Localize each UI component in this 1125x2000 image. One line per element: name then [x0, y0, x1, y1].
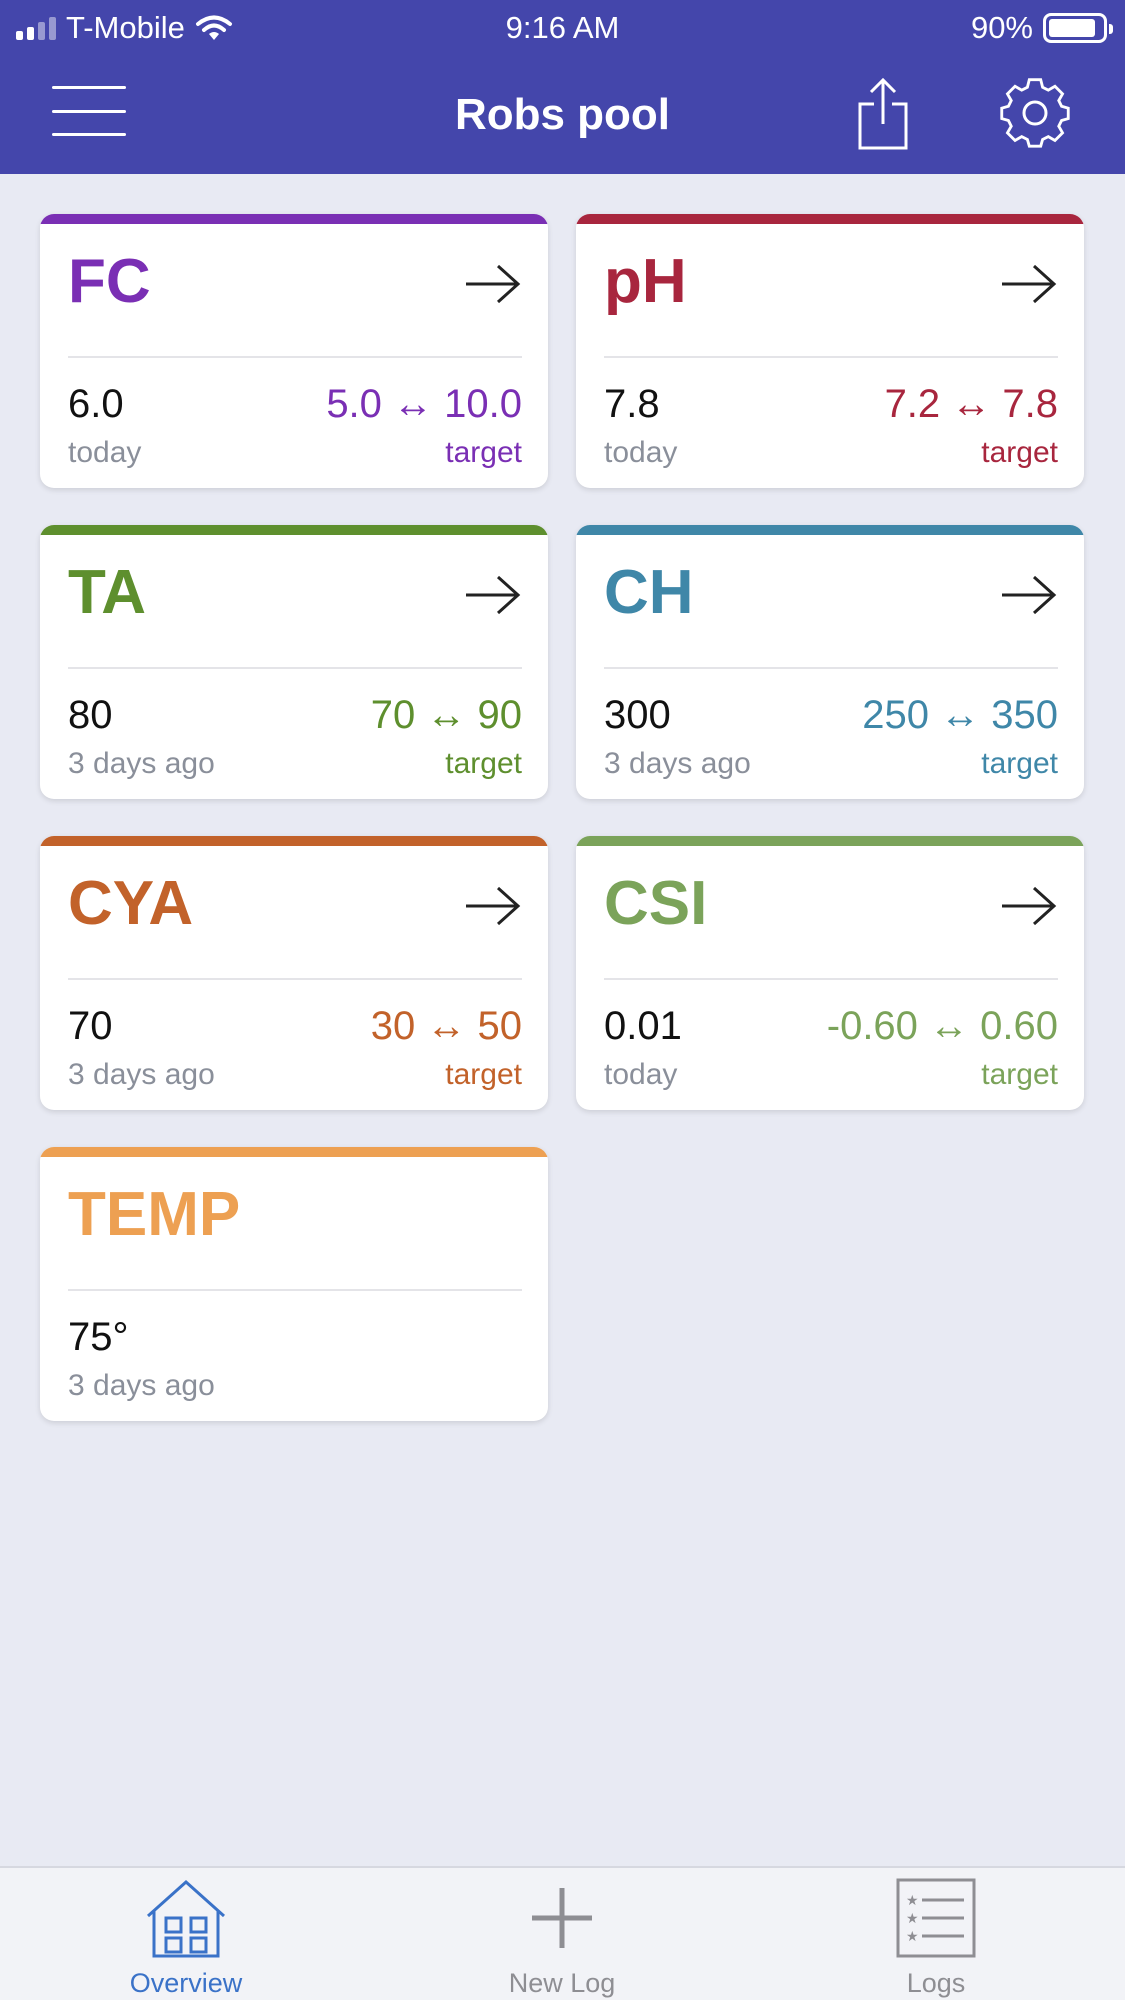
card-accent-bar	[40, 836, 548, 846]
parameter-card-ch[interactable]: CH 300 3 days ago 250 ↔ 350 target	[576, 525, 1084, 799]
arrow-right-icon[interactable]	[1000, 573, 1058, 617]
card-accent-bar	[40, 525, 548, 535]
tab-new-log[interactable]: New Log	[462, 1868, 662, 2000]
card-target-label: target	[981, 747, 1058, 780]
card-divider	[68, 978, 522, 980]
svg-text:★: ★	[906, 1929, 919, 1945]
card-timestamp: 3 days ago	[68, 1058, 215, 1091]
page-title: Robs pool	[454, 90, 671, 139]
svg-text:★: ★	[906, 1893, 919, 1909]
card-divider	[604, 978, 1058, 980]
card-target-range: 7.2 ↔ 7.8	[884, 382, 1058, 426]
parameter-card-temp[interactable]: TEMP 75° 3 days ago	[40, 1147, 548, 1421]
arrow-right-icon[interactable]	[1000, 262, 1058, 306]
card-target-range: -0.60 ↔ 0.60	[826, 1004, 1058, 1048]
parameter-card-ph[interactable]: pH 7.8 today 7.2 ↔ 7.8 target	[576, 214, 1084, 488]
card-title: pH	[604, 247, 687, 316]
battery-icon	[1043, 13, 1113, 43]
status-bar: T-Mobile 9:16 AM 90%	[0, 0, 1125, 56]
card-timestamp: 3 days ago	[604, 747, 751, 780]
tab-label: Overview	[129, 1968, 243, 1998]
card-timestamp: today	[68, 436, 142, 469]
arrow-right-icon[interactable]	[464, 573, 522, 617]
card-target-label: target	[981, 436, 1058, 469]
tab-overview[interactable]: Overview	[86, 1868, 286, 2000]
clock: 9:16 AM	[505, 10, 620, 45]
card-timestamp: 3 days ago	[68, 1369, 215, 1402]
card-title: TA	[68, 558, 147, 627]
tab-label: Logs	[906, 1968, 966, 1998]
parameter-card-fc[interactable]: FC 6.0 today 5.0 ↔ 10.0 target	[40, 214, 548, 488]
battery-percent: 90%	[970, 10, 1033, 45]
card-divider	[68, 356, 522, 358]
status-right: 90%	[970, 10, 1113, 46]
house-icon	[146, 1879, 226, 1958]
card-title: CYA	[68, 869, 194, 938]
card-value: 80	[68, 693, 113, 737]
card-value: 7.8	[604, 382, 660, 426]
card-title: CH	[604, 558, 694, 627]
arrow-right-icon[interactable]	[464, 262, 522, 306]
parameter-card-ta[interactable]: TA 80 3 days ago 70 ↔ 90 target	[40, 525, 548, 799]
card-divider	[604, 356, 1058, 358]
card-value: 300	[604, 693, 671, 737]
card-value: 0.01	[604, 1004, 682, 1048]
card-target-range: 250 ↔ 350	[862, 693, 1058, 737]
card-accent-bar	[576, 836, 1084, 846]
card-value: 75°	[68, 1315, 129, 1359]
card-accent-bar	[576, 214, 1084, 224]
tab-label: New Log	[508, 1968, 616, 1998]
parameter-card-csi[interactable]: CSI 0.01 today -0.60 ↔ 0.60 target	[576, 836, 1084, 1110]
card-accent-bar	[576, 525, 1084, 535]
card-target-label: target	[445, 436, 522, 469]
nav-bar: Robs pool	[0, 56, 1125, 174]
card-target-label: target	[445, 747, 522, 780]
parameter-card-cya[interactable]: CYA 70 3 days ago 30 ↔ 50 target	[40, 836, 548, 1110]
arrow-right-icon[interactable]	[464, 884, 522, 928]
card-title: TEMP	[68, 1180, 241, 1249]
tab-bar: Overview New Log ★ ★ ★ Logs	[0, 1866, 1125, 2000]
gear-icon[interactable]	[998, 76, 1072, 150]
card-value: 6.0	[68, 382, 124, 426]
card-title: FC	[68, 247, 151, 316]
card-accent-bar	[40, 1147, 548, 1157]
card-target-range: 70 ↔ 90	[370, 693, 522, 737]
card-target-range: 30 ↔ 50	[370, 1004, 522, 1048]
tab-logs[interactable]: ★ ★ ★ Logs	[836, 1868, 1036, 2000]
arrow-right-icon[interactable]	[1000, 884, 1058, 928]
app-header: T-Mobile 9:16 AM 90% Robs pool	[0, 0, 1125, 174]
svg-text:★: ★	[906, 1911, 919, 1927]
card-timestamp: 3 days ago	[68, 747, 215, 780]
card-divider	[68, 667, 522, 669]
card-title: CSI	[604, 869, 708, 938]
card-divider	[604, 667, 1058, 669]
share-icon[interactable]	[856, 76, 910, 152]
card-target-label: target	[981, 1058, 1058, 1091]
list-icon: ★ ★ ★	[896, 1878, 976, 1958]
card-target-range: 5.0 ↔ 10.0	[326, 382, 522, 426]
card-accent-bar	[40, 214, 548, 224]
card-divider	[68, 1289, 522, 1291]
plus-icon	[532, 1888, 592, 1948]
card-timestamp: today	[604, 436, 678, 469]
card-timestamp: today	[604, 1058, 678, 1091]
card-target-label: target	[445, 1058, 522, 1091]
card-value: 70	[68, 1004, 113, 1048]
